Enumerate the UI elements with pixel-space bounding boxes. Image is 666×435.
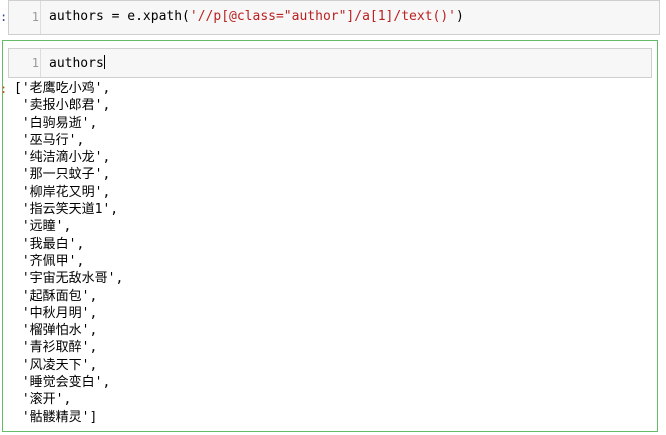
output-line: '指云笑天道1', [14, 202, 119, 218]
code-cell-1[interactable]: 1 authors = e.xpath('//p[@class="author"… [8, 0, 660, 35]
text-cursor [103, 55, 105, 69]
cell1-input-prompt: : [0, 10, 8, 24]
output-line: '齐佩甲', [14, 253, 85, 269]
output-line: ['老鹰吃小鸡', [14, 81, 111, 96]
output-line: '起酥面包', [14, 288, 98, 304]
output-line: '巫马行', [14, 132, 85, 148]
line-number: 1 [31, 56, 39, 70]
output-line: '白驹易逝', [14, 115, 98, 131]
code-text-suffix: ) [456, 9, 464, 24]
output-line: '纯洁滴小龙', [14, 150, 111, 166]
output-prompt: : [0, 82, 8, 96]
output-line: '卖报小郎君', [14, 98, 111, 114]
code-text: authors [49, 56, 104, 71]
cell-input-area[interactable]: 1 authors [8, 48, 652, 78]
output-line: '骷髅精灵'] [14, 409, 98, 425]
output-line: '滚开', [14, 392, 72, 408]
output-line: '青衫取醉', [14, 340, 98, 356]
output-line: '宇宙无敌水哥', [14, 271, 124, 287]
cell-output: ['老鹰吃小鸡', '卖报小郎君', '白驹易逝', '巫马行', '纯洁滴小龙… [14, 80, 614, 426]
line-number-gutter: 1 [9, 1, 41, 34]
output-line: '睡觉会变白', [14, 375, 111, 391]
line-number-gutter: 1 [9, 49, 41, 77]
output-line: '风凌天下', [14, 357, 98, 373]
code-editor-line[interactable]: authors = e.xpath('//p[@class="author"]/… [49, 9, 464, 24]
code-editor-line[interactable]: authors [49, 55, 105, 71]
output-line: '远瞳', [14, 219, 72, 235]
output-line: '那一只蚊子', [14, 167, 111, 183]
line-number: 1 [31, 10, 39, 24]
output-line: '中秋月明', [14, 305, 98, 321]
output-line: '我最白', [14, 236, 85, 252]
output-line: '榴弹怕水', [14, 323, 98, 339]
output-line: '柳岸花又明', [14, 184, 111, 200]
code-string-literal: '//p[@class="author"]/a[1]/text()' [189, 9, 456, 24]
code-text: authors = e.xpath( [49, 9, 190, 24]
